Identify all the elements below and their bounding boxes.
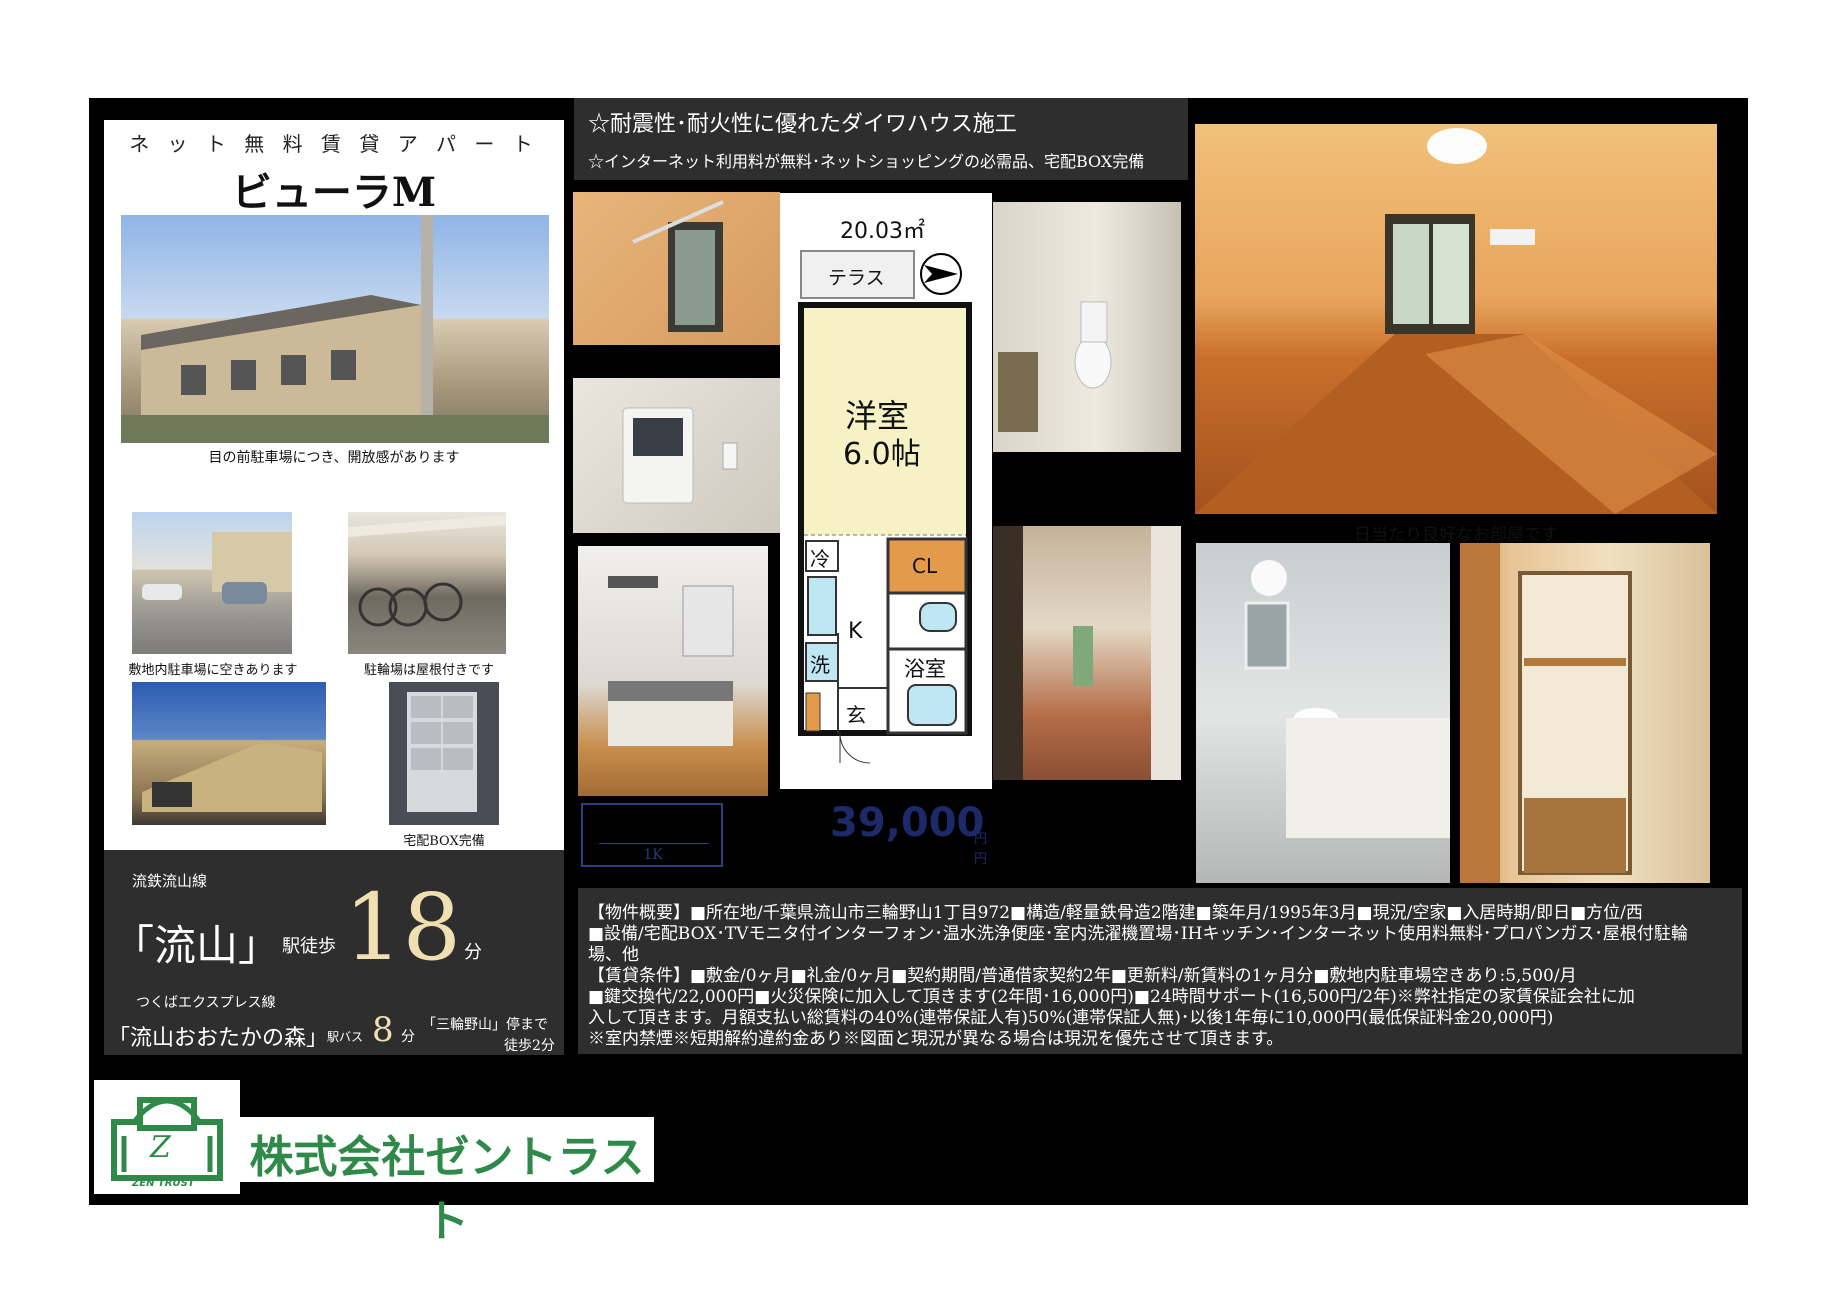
closet-photo	[1460, 543, 1710, 883]
floorplan-fridge: 冷	[810, 547, 830, 571]
headline-band: ☆耐震性･耐火性に優れたダイワハウス施工 ☆インターネット利用料が無料･ネットシ…	[574, 98, 1188, 180]
toilet-photo	[993, 202, 1181, 452]
bathroom-photo	[1196, 543, 1450, 883]
floorplan-drawing	[798, 250, 972, 764]
bus-stop: 「三輪野山」停まで	[422, 1017, 548, 1033]
room-photo	[1195, 124, 1717, 514]
rent-amount: 39,000	[830, 800, 985, 846]
kitchen-photo	[578, 546, 768, 796]
layout-type: 1K	[643, 847, 663, 863]
rent-unit: 円	[974, 832, 988, 847]
layout-box-line	[599, 843, 709, 844]
floorplan-terrace: テラス	[828, 267, 885, 289]
floorplan-panel: 20.03㎡ テラス 洋室 6.0帖 冷 CL K 洗 浴室 玄	[780, 193, 992, 789]
hallway-photo	[993, 526, 1181, 780]
bicycle-photo	[348, 512, 506, 654]
logo-letter: Z	[150, 1130, 171, 1165]
building-illustration	[121, 215, 549, 443]
floorplan-closet: CL	[912, 554, 938, 578]
company-logo: Z ZEN TRUST	[94, 1080, 240, 1194]
layout-type-box: 1K	[581, 803, 723, 867]
building-side-photo	[132, 682, 326, 825]
floorplan-entrance: 玄	[846, 703, 866, 727]
station1-name: 「流山」	[112, 921, 281, 970]
delivery-box-caption: 宅配BOX完備	[403, 834, 485, 849]
bus-minute-unit: 分	[401, 1029, 415, 1045]
floorplan-laundry: 洗	[810, 653, 830, 677]
company-name: 株式会社ゼントラスト	[249, 1132, 645, 1247]
detail-line-7: ※室内禁煙※短期解約違約金あり※図面と現況が異なる場合は現況を優先させて頂きます…	[588, 1029, 1284, 1049]
access-panel: 流鉄流山線 「流山」 駅徒歩 18 分 つくばエクスプレス線 「流山おおたかの森…	[104, 850, 564, 1055]
property-name: ビューラM	[231, 169, 437, 216]
tagline: ネ ッ ト 無 料 賃 貸 ア パ ー ト	[129, 132, 539, 156]
parking-photo	[132, 512, 292, 654]
delivery-box-photo	[389, 682, 499, 825]
bus-walk: 徒歩2分	[504, 1038, 555, 1054]
rent-unit-2: 円	[974, 852, 988, 867]
walk-minute-unit: 分	[464, 942, 482, 963]
station2-name: 「流山おおたかの森」	[108, 1026, 329, 1051]
window-photo	[573, 192, 780, 345]
floorplan-room-size: 6.0帖	[843, 437, 921, 472]
walk-label: 駅徒歩	[282, 936, 336, 957]
bus-minutes: 8	[372, 1010, 394, 1050]
room-photo-caption: 日当たり良好なお部屋です	[1354, 525, 1558, 545]
walk-minutes: 18	[344, 874, 462, 981]
building-photo	[121, 215, 549, 443]
headline-sub: ☆インターネット利用料が無料･ネットショッピングの必需品、宅配BOX完備	[588, 152, 1145, 171]
floorplan-kitchen: K	[848, 619, 863, 644]
detail-line-2: ■設備/宅配BOX･TVモニタ付インターフォン･温水洗浄便座･室内洗濯機置場･I…	[588, 924, 1688, 944]
bicycle-caption: 駐輪場は屋根付きです	[363, 663, 494, 678]
line2-label: つくばエクスプレス線	[136, 995, 276, 1011]
left-panel: ネ ッ ト 無 料 賃 貸 ア パ ー ト ビューラM 目の前駐車場につき、開放…	[104, 120, 564, 850]
company-name-box: 株式会社ゼントラスト	[240, 1117, 654, 1247]
floorplan-area: 20.03㎡	[840, 219, 925, 244]
logo-text: ZEN TRUST	[132, 1178, 195, 1189]
main-photo-caption: 目の前駐車場につき、開放感があります	[208, 450, 460, 466]
headline-main: ☆耐震性･耐火性に優れたダイワハウス施工	[588, 112, 1017, 137]
details-panel: 【物件概要】■所在地/千葉県流山市三輪野山1丁目972■構造/軽量鉄骨造2階建■…	[578, 888, 1742, 1054]
parking-caption: 敷地内駐車場に空きあります	[128, 663, 298, 678]
floorplan-bath: 浴室	[904, 657, 946, 681]
bus-label: 駅バス	[327, 1030, 364, 1044]
intercom-photo	[573, 378, 780, 533]
line1-label: 流鉄流山線	[132, 872, 208, 890]
